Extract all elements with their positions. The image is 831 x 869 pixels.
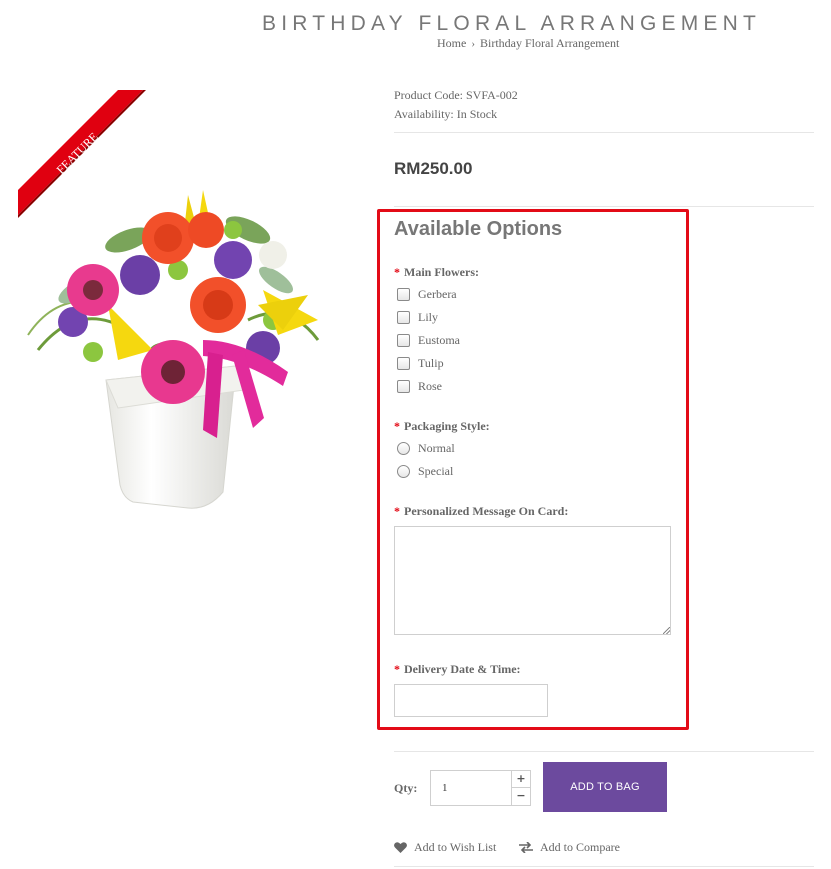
availability: Availability: In Stock bbox=[394, 107, 498, 121]
required-marker: * bbox=[394, 419, 400, 433]
message-label: * Personalized Message On Card: bbox=[394, 504, 569, 518]
product-image[interactable]: FEATURE bbox=[18, 90, 353, 515]
checkbox[interactable] bbox=[397, 379, 410, 393]
required-marker: * bbox=[394, 662, 400, 676]
radio-special[interactable]: Special bbox=[397, 463, 453, 479]
radio-button[interactable] bbox=[397, 464, 410, 478]
checkbox[interactable] bbox=[397, 310, 410, 324]
quantity-stepper[interactable]: 1 + − bbox=[430, 770, 531, 806]
checkbox-eustoma[interactable]: Eustoma bbox=[397, 332, 460, 348]
qty-value[interactable]: 1 bbox=[442, 782, 448, 794]
checkbox-rose[interactable]: Rose bbox=[397, 378, 442, 394]
packaging-style-label: * Packaging Style: bbox=[394, 419, 490, 433]
checkbox[interactable] bbox=[397, 287, 410, 301]
divider bbox=[394, 132, 814, 133]
checkbox[interactable] bbox=[397, 333, 410, 347]
delivery-label: * Delivery Date & Time: bbox=[394, 662, 521, 676]
add-to-compare-link[interactable]: Add to Compare bbox=[519, 839, 620, 855]
qty-increment-button[interactable]: + bbox=[511, 771, 530, 788]
breadcrumb-home-link[interactable]: Home bbox=[437, 36, 466, 50]
options-title: Available Options bbox=[394, 218, 563, 240]
main-flowers-label: * Main Flowers: bbox=[394, 265, 479, 279]
message-textarea[interactable] bbox=[394, 526, 671, 635]
add-to-wishlist-link[interactable]: Add to Wish List bbox=[394, 839, 496, 855]
product-meta: Product Code: SVFA-002 Availability: In … bbox=[394, 86, 518, 124]
qty-label: Qty: bbox=[394, 781, 418, 795]
page-title: BIRTHDAY FLORAL ARRANGEMENT bbox=[262, 12, 762, 35]
resize-handle-icon[interactable] bbox=[663, 627, 670, 634]
swap-arrows-icon bbox=[519, 841, 533, 853]
heart-icon bbox=[394, 841, 407, 853]
divider bbox=[394, 751, 814, 752]
divider bbox=[394, 206, 814, 207]
breadcrumb: Home › Birthday Floral Arrangement bbox=[437, 36, 619, 51]
checkbox[interactable] bbox=[397, 356, 410, 370]
divider bbox=[394, 866, 814, 867]
checkbox-tulip[interactable]: Tulip bbox=[397, 355, 444, 371]
qty-decrement-button[interactable]: − bbox=[511, 788, 530, 805]
delivery-date-input[interactable] bbox=[394, 684, 548, 717]
product-code: Product Code: SVFA-002 bbox=[394, 88, 518, 102]
add-to-bag-button[interactable]: ADD TO BAG bbox=[543, 762, 667, 812]
price: RM250.00 bbox=[394, 159, 473, 178]
radio-normal[interactable]: Normal bbox=[397, 440, 455, 456]
breadcrumb-separator: › bbox=[471, 38, 475, 50]
checkbox-gerbera[interactable]: Gerbera bbox=[397, 286, 457, 302]
required-marker: * bbox=[394, 504, 400, 518]
radio-button[interactable] bbox=[397, 441, 410, 455]
required-marker: * bbox=[394, 265, 400, 279]
breadcrumb-current-link[interactable]: Birthday Floral Arrangement bbox=[480, 36, 619, 50]
checkbox-lily[interactable]: Lily bbox=[397, 309, 438, 325]
